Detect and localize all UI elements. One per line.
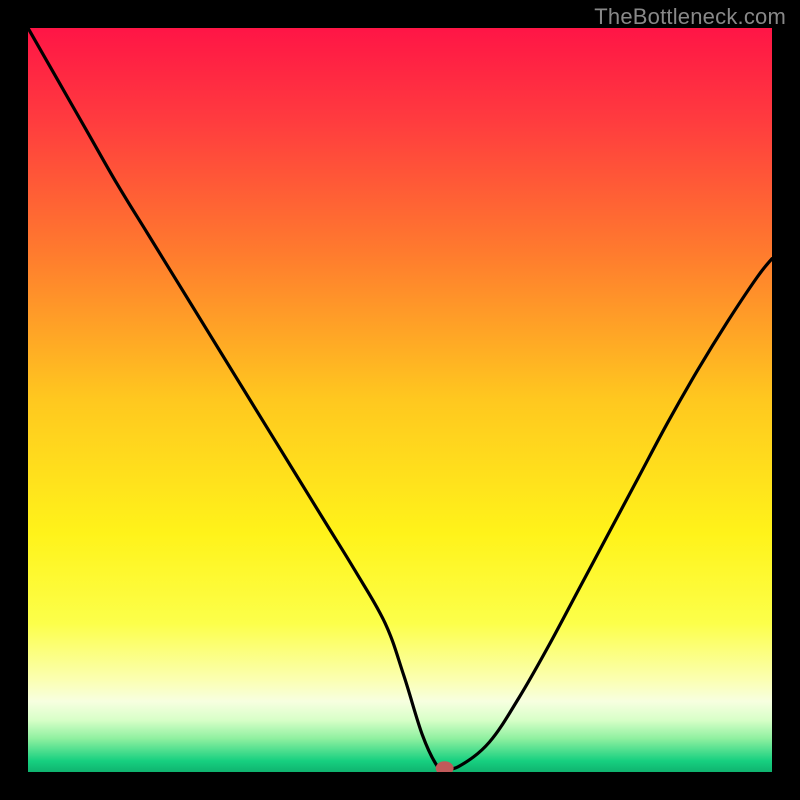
bottleneck-chart [28,28,772,772]
plot-area [28,28,772,772]
chart-frame: TheBottleneck.com [0,0,800,800]
watermark-text: TheBottleneck.com [594,4,786,30]
